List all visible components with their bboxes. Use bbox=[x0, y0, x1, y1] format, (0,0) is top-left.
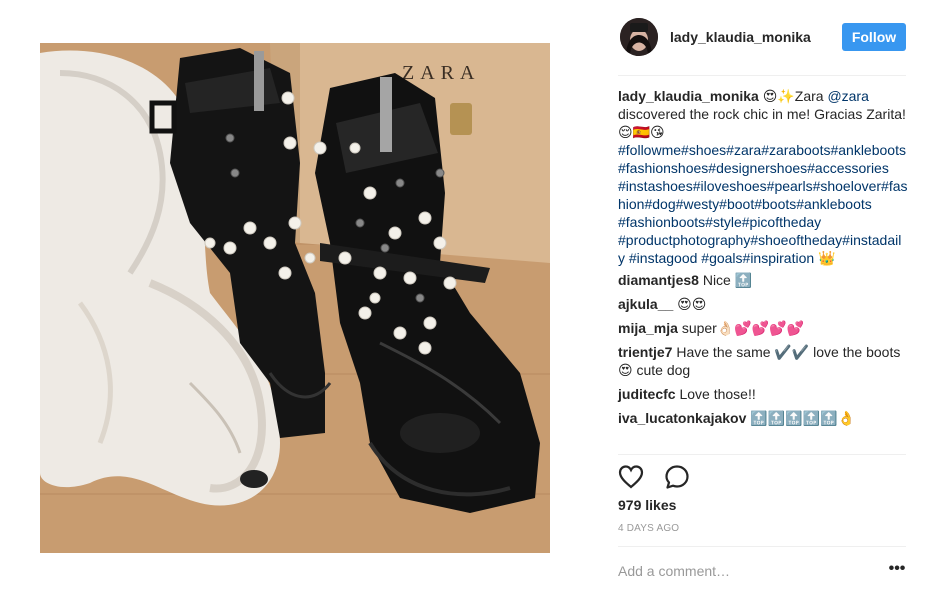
avatar[interactable] bbox=[620, 18, 658, 56]
comments-list: lady_klaudia_monika 😍✨Zara @zara discove… bbox=[618, 87, 908, 433]
zara-box-label: ZARA bbox=[402, 62, 480, 84]
crown-emoji: 👑 bbox=[814, 250, 836, 266]
caption-text-pre: 😍✨Zara bbox=[762, 88, 828, 104]
divider bbox=[618, 75, 906, 76]
caption: lady_klaudia_monika 😍✨Zara @zara discove… bbox=[618, 87, 908, 267]
header-username[interactable]: lady_klaudia_monika bbox=[670, 29, 811, 45]
caption-hashtags[interactable]: #instashoes#iloveshoes#pearls#shoelover#… bbox=[618, 178, 908, 266]
comment: trientje7 Have the same ✔️✔️ love the bo… bbox=[618, 343, 908, 379]
caption-text: discovered the rock chic in me! Gracias … bbox=[618, 106, 906, 140]
comment-text: 🔝🔝🔝🔝🔝👌 bbox=[746, 410, 855, 426]
comment-username[interactable]: mija_mja bbox=[618, 320, 678, 336]
comment-username[interactable]: juditecfc bbox=[618, 386, 676, 402]
comment-text: 😍😍 bbox=[673, 296, 707, 312]
comment: juditecfc Love those!! bbox=[618, 385, 908, 403]
post-header: lady_klaudia_monika Follow bbox=[618, 16, 908, 60]
comment-username[interactable]: iva_lucatonkajakov bbox=[618, 410, 746, 426]
comment-text: Love those!! bbox=[675, 386, 756, 402]
caption-hashtags-block: #instashoes#iloveshoes#pearls#shoelover#… bbox=[618, 177, 908, 267]
comment: ajkula__ 😍😍 bbox=[618, 295, 908, 313]
divider bbox=[618, 546, 906, 547]
comment-text: super👌🏻💕💕💕💕 bbox=[677, 320, 805, 336]
comment-bubble-icon[interactable] bbox=[664, 464, 690, 490]
comment: mija_mja super👌🏻💕💕💕💕 bbox=[618, 319, 908, 337]
action-bar bbox=[618, 464, 706, 490]
comment-username[interactable]: diamantjes8 bbox=[618, 272, 699, 288]
post-side-panel: lady_klaudia_monika Follow lady_klaudia_… bbox=[618, 0, 908, 598]
follow-button[interactable]: Follow bbox=[842, 23, 906, 51]
caption-username[interactable]: lady_klaudia_monika bbox=[618, 88, 759, 104]
comment: diamantjes8 Nice 🔝 bbox=[618, 271, 908, 289]
comment-text: Nice 🔝 bbox=[698, 272, 753, 288]
post-timestamp[interactable]: 4 DAYS AGO bbox=[618, 523, 679, 534]
heart-icon[interactable] bbox=[618, 464, 644, 490]
post-image[interactable]: ZARA bbox=[40, 43, 550, 553]
caption-hashtags[interactable]: #followme#shoes#zara#zaraboots#ankleboot… bbox=[618, 141, 908, 177]
likes-count[interactable]: 979 likes bbox=[618, 497, 676, 513]
more-options-icon[interactable]: ••• bbox=[888, 560, 906, 580]
divider bbox=[618, 454, 906, 455]
add-comment-input[interactable] bbox=[618, 562, 868, 580]
comment: iva_lucatonkajakov 🔝🔝🔝🔝🔝👌 bbox=[618, 409, 908, 427]
comment-username[interactable]: trientje7 bbox=[618, 344, 672, 360]
comment-username[interactable]: ajkula__ bbox=[618, 296, 673, 312]
caption-mention[interactable]: @zara bbox=[827, 88, 868, 104]
